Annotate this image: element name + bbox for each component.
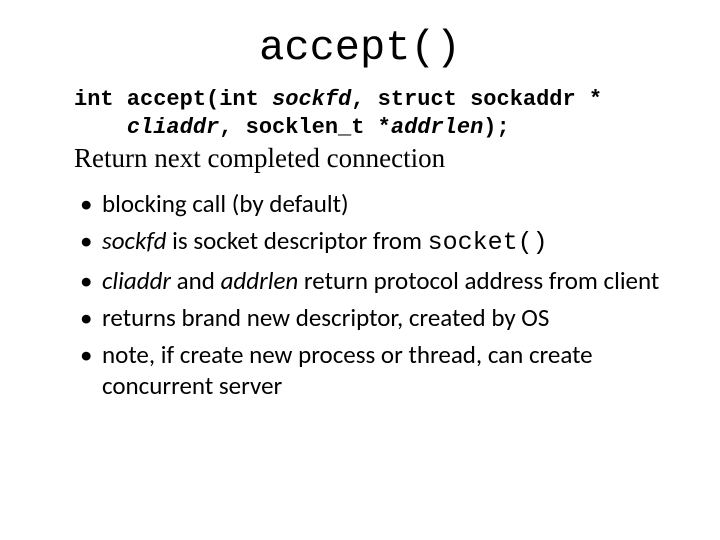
bullet-text: return protocol address from client (298, 265, 659, 296)
bullet-text: note, if create new process or thread, c… (102, 339, 593, 401)
function-signature: int accept(int sockfd, struct sockaddr *… (74, 86, 676, 141)
slide-subtitle: Return next completed connection (74, 143, 676, 174)
slide-title: accept() (44, 24, 676, 72)
sig-param-sockfd: sockfd (272, 87, 351, 112)
list-item: cliaddr and addrlen return protocol addr… (80, 265, 676, 296)
list-item: blocking call (by default) (80, 188, 676, 219)
list-item: sockfd is socket descriptor from socket(… (80, 225, 676, 258)
bullet-text: and (171, 265, 221, 296)
bullet-text-ital: sockfd (102, 225, 167, 256)
slide: accept() int accept(int sockfd, struct s… (0, 0, 720, 540)
sig-param-addrlen: addrlen (391, 115, 483, 140)
sig-text: , socklen_t * (219, 115, 391, 140)
bullet-text-ital: cliaddr (102, 265, 171, 296)
sig-param-cliaddr: cliaddr (127, 115, 219, 140)
sig-text: , struct sockaddr * (351, 87, 602, 112)
bullet-text-ital: addrlen (221, 265, 299, 296)
bullet-text: returns brand new descriptor, created by… (102, 302, 549, 333)
sig-indent (74, 115, 127, 140)
sig-text: int accept(int (74, 87, 272, 112)
sig-text: ); (483, 115, 509, 140)
bullet-text: blocking call (by default) (102, 188, 349, 219)
bullet-text: is socket descriptor from (167, 225, 428, 256)
bullet-text-mono: socket() (428, 228, 548, 257)
bullet-list: blocking call (by default) sockfd is soc… (44, 188, 676, 402)
list-item: note, if create new process or thread, c… (80, 339, 676, 402)
list-item: returns brand new descriptor, created by… (80, 302, 676, 333)
